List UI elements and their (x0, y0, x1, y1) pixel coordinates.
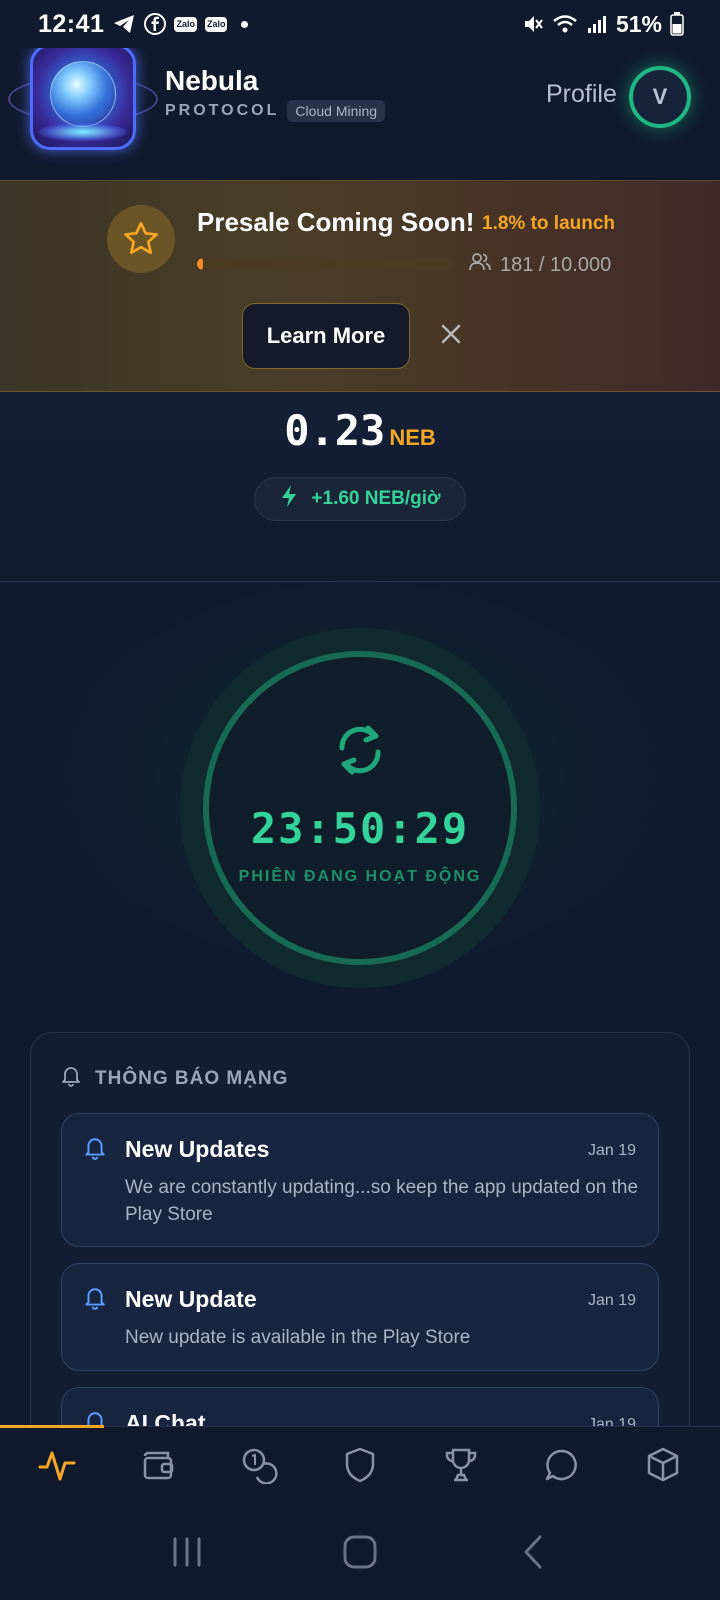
nav-wallet[interactable] (118, 1438, 198, 1498)
bell-icon (61, 1065, 81, 1092)
activity-icon (37, 1445, 77, 1490)
notification-date: Jan 19 (587, 1142, 636, 1159)
presale-participants: 181 / 10.000 (468, 251, 611, 279)
nav-products[interactable] (623, 1438, 703, 1498)
presale-launch-percent: 1.8% to launch (482, 213, 616, 234)
back-icon (518, 1534, 548, 1575)
notification-card[interactable]: New Update Jan 19 New update is availabl… (61, 1263, 659, 1371)
notification-body: We are constantly updating...so keep the… (125, 1177, 639, 1225)
bell-icon (84, 1136, 106, 1165)
shield-icon (343, 1446, 377, 1489)
app-logo (8, 42, 160, 154)
star-icon (107, 205, 175, 273)
chat-icon (544, 1447, 580, 1488)
box-icon (645, 1446, 681, 1489)
home-button[interactable] (330, 1524, 390, 1584)
network-notifications-panel: THÔNG BÁO MẠNG New Updates Jan 19 We are… (30, 1032, 690, 1495)
nav-chat[interactable] (522, 1438, 602, 1498)
mining-section: 23:50:29 PHIÊN ĐANG HOẠT ĐỘNG (0, 582, 720, 1012)
nav-activity[interactable] (17, 1438, 97, 1498)
coins-icon (240, 1446, 278, 1489)
mute-icon (522, 13, 544, 35)
mining-rate-badge: +1.60 NEB/giờ (254, 477, 466, 521)
wifi-icon (552, 13, 578, 35)
globe-logo-icon (30, 44, 136, 150)
notifications-header: THÔNG BÁO MẠNG (61, 1065, 288, 1092)
active-tab-indicator (0, 1425, 104, 1428)
nav-security[interactable] (320, 1438, 400, 1498)
zalo-icon-2: Zalo (204, 16, 228, 32)
session-timer: 23:50:29 (250, 804, 470, 853)
notification-body: New update is available in the Play Stor… (125, 1327, 471, 1348)
notification-dot-icon (241, 20, 249, 28)
app-subtitle-row: PROTOCOL Cloud Mining (165, 100, 386, 122)
profile-label[interactable]: Profile (546, 80, 617, 109)
status-time: 12:41 (38, 9, 105, 38)
system-navigation-bar (0, 1508, 720, 1600)
session-status: PHIÊN ĐANG HOẠT ĐỘNG (238, 868, 482, 885)
notification-title: New Update (125, 1286, 257, 1312)
presale-progress-bar (197, 258, 452, 270)
app-header: Nebula PROTOCOL Cloud Mining Profile V (0, 40, 720, 180)
facebook-icon (144, 13, 167, 35)
bottom-navigation (0, 1425, 720, 1508)
balance-display: 0.23 NEB (0, 406, 720, 455)
users-icon (468, 251, 492, 279)
home-icon (342, 1534, 378, 1575)
balance-value: 0.23 (284, 406, 386, 455)
recent-apps-button[interactable] (157, 1524, 217, 1584)
nav-coins[interactable] (219, 1438, 299, 1498)
presale-title: Presale Coming Soon! (197, 207, 475, 237)
telegram-icon (112, 13, 136, 35)
battery-icon (670, 12, 684, 36)
bell-icon (84, 1286, 106, 1315)
notification-title: New Updates (125, 1136, 270, 1162)
back-button[interactable] (503, 1524, 563, 1584)
presale-banner: Presale Coming Soon! 1.8% to launch 181 … (0, 180, 720, 392)
recent-apps-icon (170, 1535, 204, 1574)
profile-avatar[interactable]: V (629, 66, 691, 128)
close-banner-icon[interactable] (434, 317, 468, 351)
trophy-icon (442, 1446, 480, 1489)
balance-section: 0.23 NEB +1.60 NEB/giờ (0, 392, 720, 582)
zalo-icon: Zalo (174, 16, 197, 32)
notifications-title: THÔNG BÁO MẠNG (95, 1067, 289, 1089)
cloud-mining-badge: Cloud Mining (287, 100, 386, 122)
battery-level: 51% (615, 10, 662, 37)
app-subtitle: PROTOCOL (165, 102, 280, 119)
app-name: Nebula (165, 65, 259, 96)
learn-more-button[interactable]: Learn More (242, 303, 410, 369)
refresh-icon (332, 718, 388, 782)
status-bar: 12:41 Zalo Zalo 51% (0, 0, 720, 48)
mining-rate: +1.60 NEB/giờ (311, 488, 441, 509)
presale-progress-fill (197, 258, 204, 270)
notification-date: Jan 19 (587, 1292, 636, 1309)
balance-unit: NEB (389, 425, 436, 450)
wallet-icon (140, 1447, 176, 1488)
lightning-icon (279, 484, 299, 514)
presale-count: 181 / 10.000 (500, 253, 612, 276)
signal-icon (586, 13, 608, 35)
nav-leaderboard[interactable] (421, 1438, 501, 1498)
notification-card[interactable]: New Updates Jan 19 We are constantly upd… (61, 1113, 659, 1247)
